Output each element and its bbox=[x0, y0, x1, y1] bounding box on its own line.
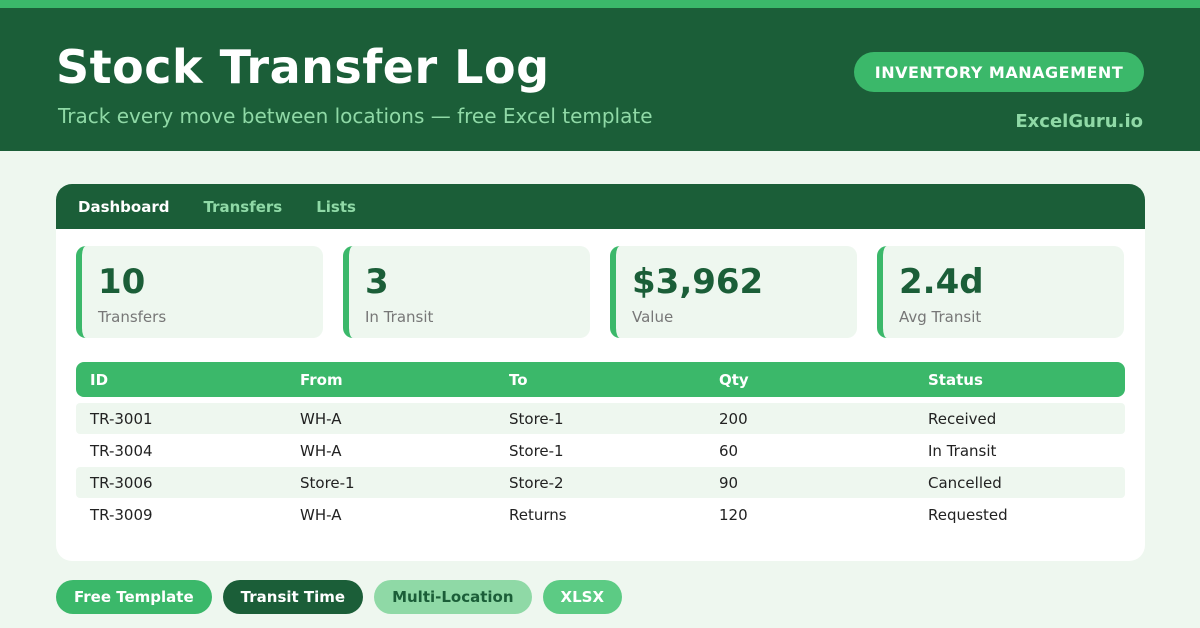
spreadsheet-preview-card: Dashboard Transfers Lists 10 Transfers 3… bbox=[56, 184, 1145, 561]
column-header-status: Status bbox=[928, 370, 983, 389]
tag-free-template: Free Template bbox=[56, 580, 212, 614]
cell-id: TR-3001 bbox=[90, 409, 153, 428]
column-header-to: To bbox=[509, 370, 528, 389]
tab-transfers[interactable]: Transfers bbox=[203, 198, 282, 216]
kpi-value: 10 bbox=[98, 262, 146, 302]
top-accent-strip bbox=[0, 0, 1200, 8]
table-header-row: ID From To Qty Status bbox=[76, 362, 1125, 397]
column-header-from: From bbox=[300, 370, 343, 389]
cell-from: WH-A bbox=[300, 409, 342, 428]
kpi-row: 10 Transfers 3 In Transit $3,962 Value 2… bbox=[76, 246, 1124, 338]
column-header-id: ID bbox=[90, 370, 109, 389]
page-header: Stock Transfer Log Track every move betw… bbox=[0, 8, 1200, 151]
kpi-card-avg-transit: 2.4d Avg Transit bbox=[877, 246, 1124, 338]
tag-list: Free Template Transit Time Multi-Locatio… bbox=[56, 580, 623, 614]
kpi-card-in-transit: 3 In Transit bbox=[343, 246, 590, 338]
cell-status: In Transit bbox=[928, 441, 997, 460]
category-badge: INVENTORY MANAGEMENT bbox=[854, 52, 1144, 92]
sheet-tab-bar: Dashboard Transfers Lists bbox=[56, 184, 1145, 229]
cell-status: Cancelled bbox=[928, 473, 1002, 492]
kpi-label: Value bbox=[632, 308, 674, 326]
page-subtitle: Track every move between locations — fre… bbox=[58, 104, 653, 128]
table-row: TR-3001 WH-A Store-1 200 Received bbox=[76, 403, 1125, 434]
table-row: TR-3004 WH-A Store-1 60 In Transit bbox=[76, 435, 1125, 466]
cell-from: Store-1 bbox=[300, 473, 355, 492]
kpi-label: Transfers bbox=[98, 308, 167, 326]
tag-xlsx: XLSX bbox=[542, 580, 623, 614]
cell-id: TR-3004 bbox=[90, 441, 153, 460]
page-title: Stock Transfer Log bbox=[56, 40, 550, 94]
table-row: TR-3009 WH-A Returns 120 Requested bbox=[76, 499, 1125, 530]
cell-qty: 120 bbox=[719, 505, 748, 524]
cell-from: WH-A bbox=[300, 505, 342, 524]
kpi-label: Avg Transit bbox=[899, 308, 982, 326]
cell-qty: 60 bbox=[719, 441, 739, 460]
brand-name: ExcelGuru.io bbox=[1015, 111, 1143, 132]
cell-from: WH-A bbox=[300, 441, 342, 460]
cell-to: Store-2 bbox=[509, 473, 564, 492]
kpi-value: $3,962 bbox=[632, 262, 764, 302]
tab-dashboard[interactable]: Dashboard bbox=[78, 198, 169, 216]
cell-id: TR-3009 bbox=[90, 505, 153, 524]
table-row: TR-3006 Store-1 Store-2 90 Cancelled bbox=[76, 467, 1125, 498]
cell-status: Received bbox=[928, 409, 997, 428]
cell-qty: 200 bbox=[719, 409, 748, 428]
transfers-table: ID From To Qty Status TR-3001 WH-A Store… bbox=[76, 362, 1125, 530]
tag-transit-time: Transit Time bbox=[222, 580, 364, 614]
cell-to: Store-1 bbox=[509, 441, 564, 460]
tag-multi-location: Multi-Location bbox=[374, 580, 532, 614]
cell-to: Returns bbox=[509, 505, 567, 524]
kpi-card-transfers: 10 Transfers bbox=[76, 246, 323, 338]
kpi-card-value: $3,962 Value bbox=[610, 246, 857, 338]
tab-lists[interactable]: Lists bbox=[316, 198, 356, 216]
column-header-qty: Qty bbox=[719, 370, 749, 389]
kpi-label: In Transit bbox=[365, 308, 434, 326]
cell-status: Requested bbox=[928, 505, 1008, 524]
kpi-value: 3 bbox=[365, 262, 389, 302]
cell-id: TR-3006 bbox=[90, 473, 153, 492]
cell-qty: 90 bbox=[719, 473, 739, 492]
cell-to: Store-1 bbox=[509, 409, 564, 428]
kpi-value: 2.4d bbox=[899, 262, 984, 302]
